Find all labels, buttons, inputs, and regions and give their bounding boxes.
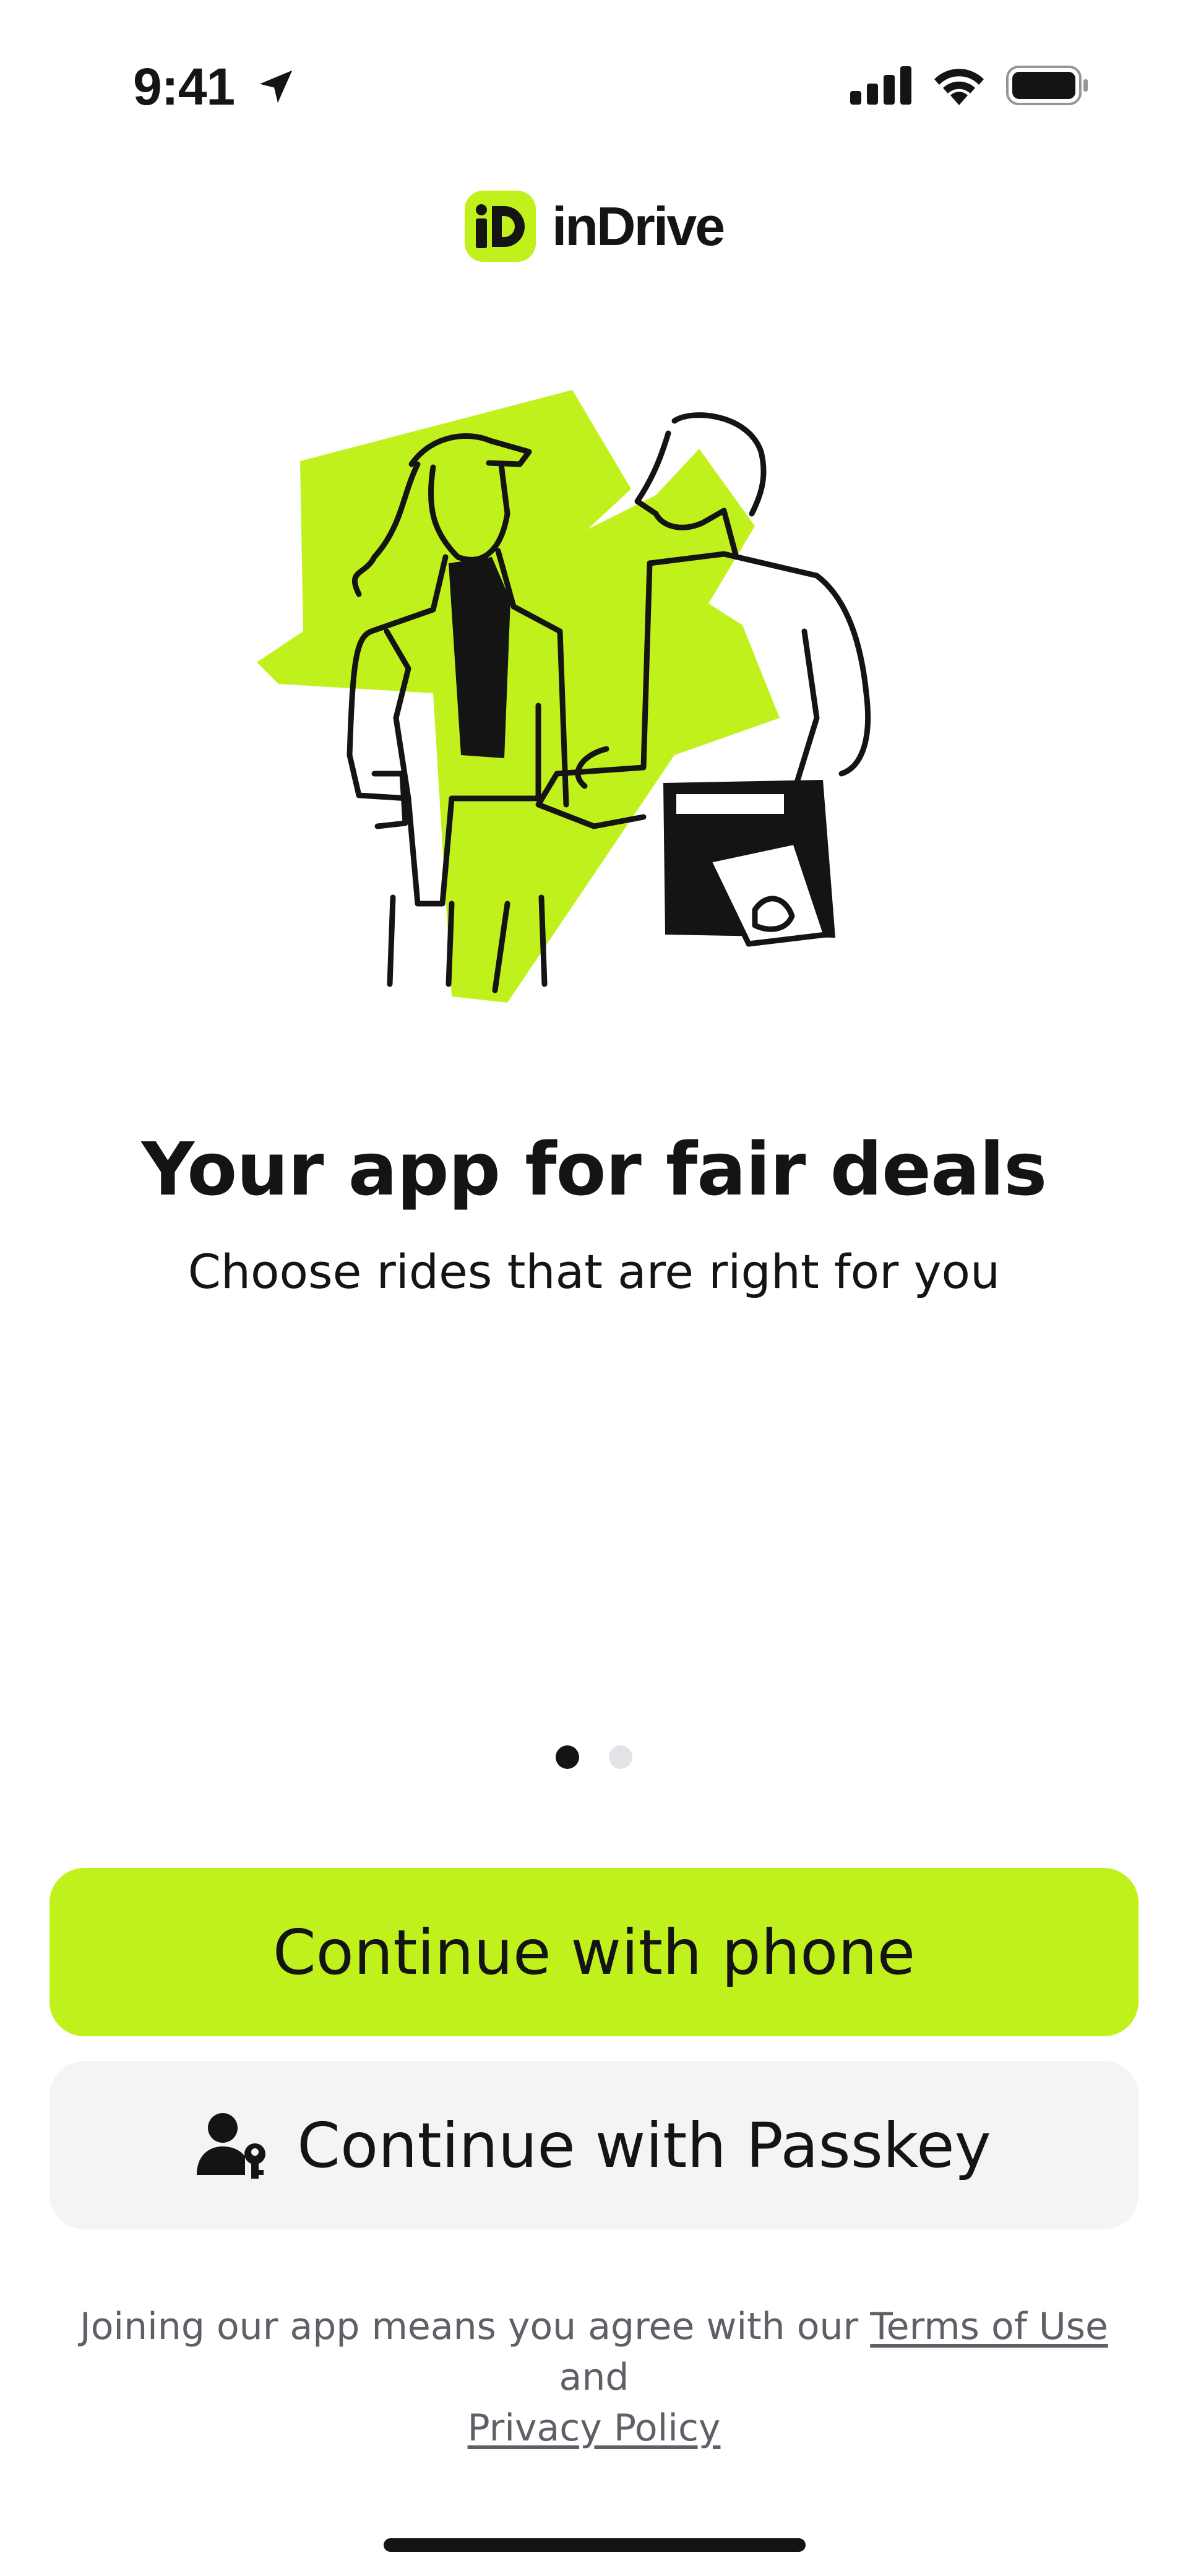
wifi-icon [934, 69, 984, 105]
handshake-illustration [257, 390, 871, 1003]
continue-with-phone-button[interactable]: Continue with phone [50, 1868, 1138, 2036]
terms-of-use-link[interactable]: Terms of Use [870, 2305, 1108, 2348]
onboarding-subtitle: Choose rides that are right for you [187, 1244, 1001, 1299]
indrive-logo-icon [464, 191, 536, 262]
passkey-user-icon [197, 2113, 266, 2179]
page-indicator [0, 1745, 1188, 1769]
page-dot-2[interactable] [609, 1745, 632, 1769]
continue-with-passkey-button[interactable]: Continue with Passkey [50, 2061, 1138, 2229]
page-dot-1[interactable] [556, 1745, 579, 1769]
status-indicators [850, 66, 1089, 105]
continue-with-passkey-label: Continue with Passkey [297, 2109, 991, 2182]
continue-with-phone-label: Continue with phone [272, 1916, 916, 1989]
battery-icon [1006, 66, 1088, 105]
onboarding-title: Your app for fair deals [141, 1126, 1048, 1212]
location-arrow-icon [260, 70, 293, 103]
status-time: 9:41 [133, 58, 235, 116]
legal-prefix: Joining our app means you agree with our [80, 2305, 871, 2348]
legal-middle: and [559, 2356, 629, 2399]
privacy-policy-link[interactable]: Privacy Policy [468, 2406, 721, 2450]
home-indicator[interactable] [384, 2538, 806, 2552]
brand-name: inDrive [551, 195, 725, 257]
legal-notice: Joining our app means you agree with our… [50, 2301, 1138, 2453]
status-bar: 9:41 [133, 57, 298, 117]
brand-logo: inDrive [0, 191, 1188, 262]
signal-icon [850, 66, 911, 105]
